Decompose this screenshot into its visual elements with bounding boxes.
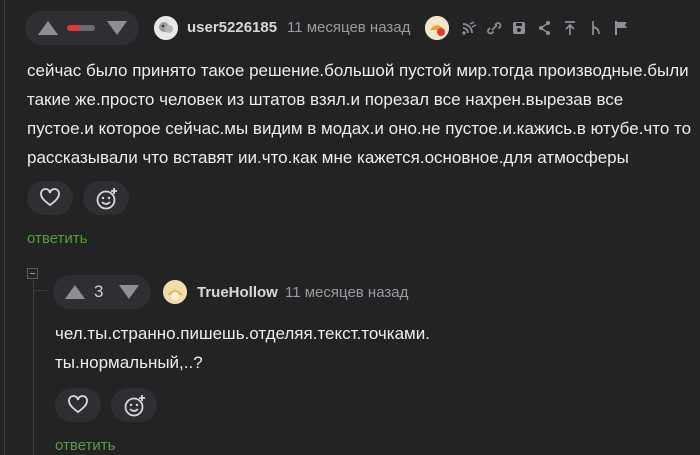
- comment-toolbar: [460, 18, 630, 38]
- reply-author[interactable]: TrueHollow: [197, 284, 278, 301]
- comment-line: сейчас было принято такое решение.большо…: [27, 61, 689, 80]
- rss-icon[interactable]: [460, 18, 478, 38]
- heart-icon: [40, 188, 60, 207]
- reply-line: чел.ты.странно.пишешь.отделяя.текст.точк…: [55, 324, 430, 343]
- thread-line: [4, 0, 5, 455]
- emoji-add-icon: [96, 188, 117, 210]
- thread-branch-line: [33, 290, 47, 291]
- rating-bar: [67, 25, 95, 31]
- reply-score: 3: [94, 282, 104, 301]
- like-button[interactable]: [27, 181, 73, 215]
- link-icon[interactable]: [485, 18, 503, 38]
- reaction-button[interactable]: [111, 388, 157, 422]
- comment-line: такие же.просто человек из штатов взял.и…: [27, 90, 624, 109]
- flag-icon[interactable]: [612, 18, 630, 38]
- collapse-thread-button[interactable]: [27, 268, 38, 279]
- comment-text: сейчас было принято такое решение.большо…: [27, 56, 697, 172]
- avatar[interactable]: [154, 16, 178, 40]
- rating-bar-fill: [67, 25, 80, 31]
- upvote-icon[interactable]: [65, 285, 85, 299]
- downvote-icon[interactable]: [119, 285, 139, 299]
- branch-icon[interactable]: [586, 18, 604, 38]
- save-icon[interactable]: [510, 18, 528, 38]
- reply-time[interactable]: 11 месяцев назад: [285, 284, 408, 301]
- thread-line: [33, 280, 34, 455]
- badge-icon: [425, 16, 449, 40]
- reply-text: чел.ты.странно.пишешь.отделяя.текст.точк…: [55, 319, 695, 377]
- comment-line: рассказывали что вставят ии.что.как мне …: [27, 148, 629, 167]
- reply-line: ты.нормальный,..?: [55, 353, 203, 372]
- heart-icon: [68, 395, 88, 414]
- emoji-add-icon: [124, 395, 145, 417]
- downvote-icon[interactable]: [107, 21, 127, 35]
- reaction-button[interactable]: [83, 181, 129, 215]
- reply-vote-control: 3: [53, 275, 151, 309]
- like-button[interactable]: [55, 388, 101, 422]
- reply-link[interactable]: ответить: [27, 230, 87, 247]
- avatar[interactable]: [163, 280, 187, 304]
- share-icon[interactable]: [536, 18, 554, 38]
- comment-vote-control: [25, 11, 139, 45]
- upvote-icon[interactable]: [38, 21, 58, 35]
- comment-time[interactable]: 11 месяцев назад: [287, 19, 410, 36]
- comment-line: пустое.и которое сейчас.мы видим в модах…: [27, 119, 692, 138]
- comment-author[interactable]: user5226185: [187, 19, 277, 36]
- reply-link[interactable]: ответить: [55, 437, 115, 454]
- scroll-up-icon[interactable]: [561, 18, 579, 38]
